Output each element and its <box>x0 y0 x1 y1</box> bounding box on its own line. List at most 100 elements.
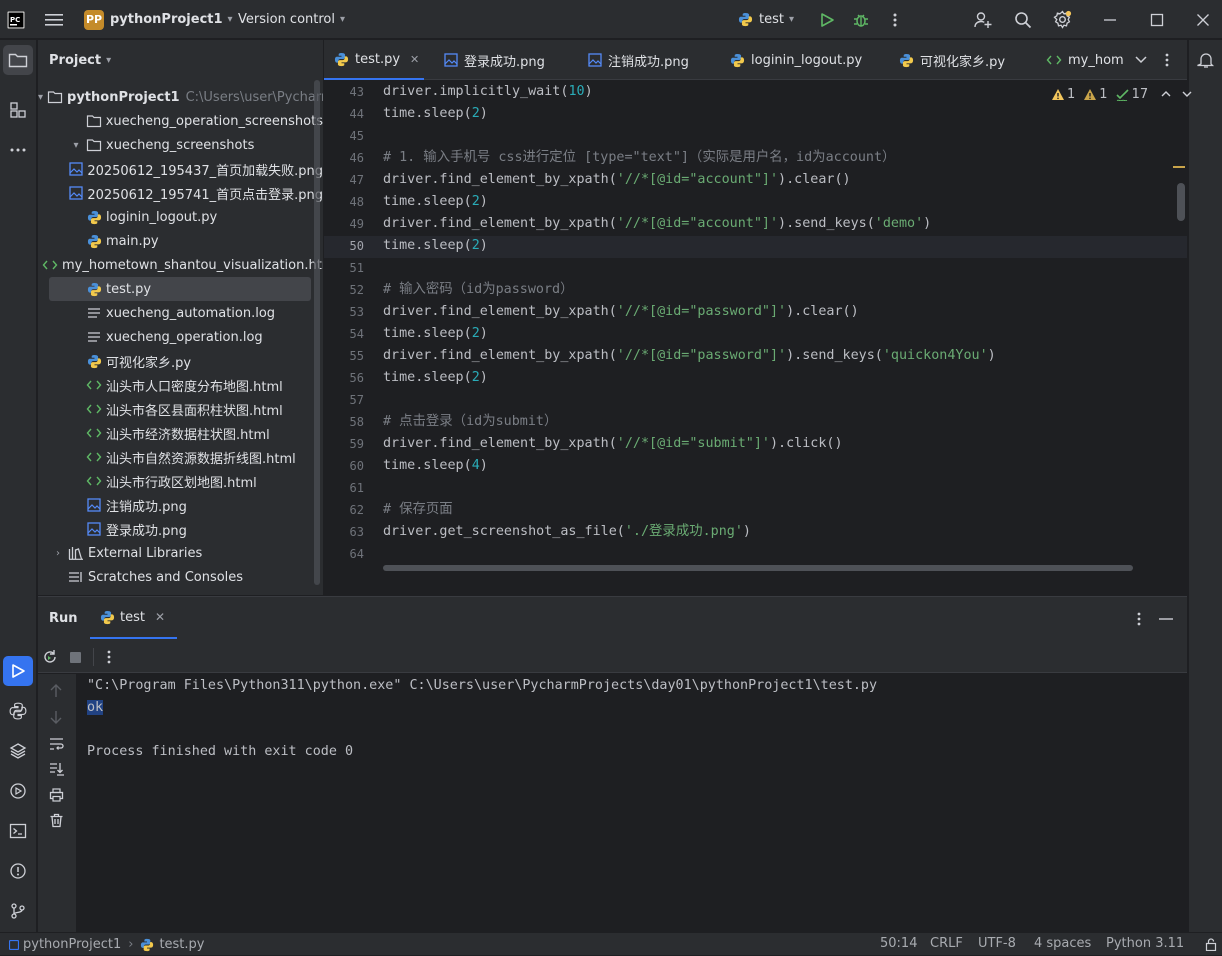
tabs-dropdown-icon[interactable] <box>1134 52 1148 66</box>
chevron-right-icon[interactable]: › <box>52 548 64 559</box>
tree-item[interactable]: 汕头市经济数据柱状图.html <box>38 421 323 445</box>
python-console-button[interactable] <box>3 696 33 726</box>
line-separator[interactable]: CRLF <box>930 933 963 956</box>
code-line[interactable]: time.sleep(4) <box>383 455 488 477</box>
editor-tab[interactable]: 可视化家乡.py <box>889 40 1024 80</box>
tree-item[interactable]: 20250612_195437_首页加载失败.png <box>38 157 323 181</box>
code-area[interactable]: driver.implicitly_wait(10) time.sleep(2) #… <box>383 81 1173 595</box>
vcs-menu[interactable]: Version control ▾ <box>238 0 345 39</box>
tree-item[interactable]: my_hometown_shantou_visualization.html <box>38 253 323 277</box>
lock-icon[interactable] <box>1205 938 1217 951</box>
print-icon[interactable] <box>49 788 64 802</box>
code-line[interactable]: # 输入密码（id为password） <box>383 279 573 301</box>
tree-item[interactable]: 汕头市自然资源数据折线图.html <box>38 445 323 469</box>
debug-button[interactable] <box>853 0 869 39</box>
tree-item[interactable]: 可视化家乡.py <box>38 349 323 373</box>
editor-vertical-scrollbar[interactable] <box>1177 183 1185 221</box>
code-line[interactable]: driver.find_element_by_xpath('//*[@id="p… <box>383 301 859 323</box>
tree-item[interactable]: Scratches and Consoles <box>38 565 323 589</box>
tree-item[interactable]: 汕头市人口密度分布地图.html <box>38 373 323 397</box>
soft-wrap-icon[interactable] <box>49 737 64 751</box>
editor-tab[interactable]: my_hometown_shantou_visualization.html <box>1036 40 1124 80</box>
tree-item[interactable]: › External Libraries <box>38 541 323 565</box>
stop-icon[interactable] <box>70 652 81 663</box>
structure-tool-button[interactable] <box>3 95 33 125</box>
pycharm-logo-icon[interactable]: PC <box>7 0 25 39</box>
code-line[interactable]: driver.find_element_by_xpath('//*[@id="p… <box>383 345 996 367</box>
chevron-down-icon[interactable]: ▾ <box>70 140 82 151</box>
breadcrumb-project[interactable]: pythonProject1 <box>23 934 121 956</box>
services-button[interactable] <box>3 776 33 806</box>
more-actions-icon[interactable] <box>893 0 897 39</box>
code-line[interactable]: driver.implicitly_wait(10) <box>383 81 593 103</box>
search-icon[interactable] <box>1014 0 1032 39</box>
run-config-selector[interactable]: test ▾ <box>738 0 794 39</box>
inspection-widget[interactable]: 1 1 17 <box>1051 86 1193 102</box>
warning-stripe-marker[interactable] <box>1173 166 1185 168</box>
editor-tab[interactable]: 注销成功.png <box>578 40 710 80</box>
code-line[interactable]: time.sleep(2) <box>383 367 488 389</box>
python-interpreter[interactable]: Python 3.11 <box>1106 933 1184 956</box>
code-line[interactable]: # 点击登录（id为submit） <box>383 411 557 433</box>
tree-item[interactable]: loginin_logout.py <box>38 205 323 229</box>
previous-highlight-icon[interactable] <box>1160 88 1172 100</box>
settings-gear-icon[interactable] <box>1053 0 1072 39</box>
tree-item[interactable]: 汕头市行政区划地图.html <box>38 469 323 493</box>
next-highlight-icon[interactable] <box>1181 88 1193 100</box>
tree-item[interactable]: 注销成功.png <box>38 493 323 517</box>
code-line[interactable]: time.sleep(2) <box>383 323 488 345</box>
editor-tab[interactable]: 登录成功.png <box>434 40 564 80</box>
close-tab-icon[interactable]: ✕ <box>410 53 419 66</box>
indent-setting[interactable]: 4 spaces <box>1034 933 1091 956</box>
code-line[interactable]: time.sleep(2) <box>383 235 488 257</box>
breadcrumb-file[interactable]: test.py <box>159 934 204 956</box>
git-button[interactable] <box>3 896 33 926</box>
code-line[interactable]: # 1. 输入手机号 css进行定位 [type="text"]（实际是用户名，… <box>383 147 895 169</box>
tree-item[interactable]: 汕头市各区县面积柱状图.html <box>38 397 323 421</box>
notifications-button[interactable] <box>1191 45 1221 75</box>
caret-position[interactable]: 50:14 <box>880 933 917 956</box>
hide-panel-icon[interactable] <box>1159 618 1173 620</box>
run-button[interactable] <box>819 0 835 39</box>
trash-icon[interactable] <box>49 813 64 828</box>
python-packages-button[interactable] <box>3 736 33 766</box>
rerun-icon[interactable] <box>42 649 58 665</box>
tree-item[interactable]: xuecheng_operation_screenshots <box>38 109 323 133</box>
project-switcher[interactable]: PP pythonProject1 ▾ <box>84 0 233 39</box>
main-menu-icon[interactable] <box>45 0 63 39</box>
minimize-window-icon[interactable] <box>1103 0 1117 39</box>
code-line[interactable]: time.sleep(2) <box>383 191 488 213</box>
code-line[interactable]: time.sleep(2) <box>383 103 488 125</box>
tabs-more-icon[interactable] <box>1165 52 1169 68</box>
tree-item[interactable]: ▾ xuecheng_screenshots <box>38 133 323 157</box>
down-arrow-icon[interactable] <box>49 710 63 724</box>
code-line[interactable]: driver.get_screenshot_as_file('./登录成功.pn… <box>383 521 751 543</box>
code-line[interactable]: driver.find_element_by_xpath('//*[@id="a… <box>383 213 931 235</box>
tree-item[interactable]: 20250612_195741_首页点击登录.png <box>38 181 323 205</box>
tree-item[interactable]: xuecheng_automation.log <box>38 301 323 325</box>
run-tab-test[interactable]: test ✕ <box>90 597 177 639</box>
run-toolbar-more-icon[interactable] <box>107 649 111 665</box>
tree-item[interactable]: main.py <box>38 229 323 253</box>
more-tools-icon[interactable] <box>3 135 33 165</box>
code-line[interactable]: driver.find_element_by_xpath('//*[@id="s… <box>383 433 843 455</box>
tree-item[interactable]: ▾ pythonProject1 C:\Users\user\PycharmProj… <box>38 85 323 109</box>
terminal-button[interactable] <box>3 816 33 846</box>
run-panel-more-icon[interactable] <box>1137 611 1141 627</box>
editor-tab[interactable]: loginin_logout.py <box>720 40 875 80</box>
tree-item[interactable]: 登录成功.png <box>38 517 323 541</box>
scroll-to-end-icon[interactable] <box>49 762 64 776</box>
project-tool-button[interactable] <box>3 45 33 75</box>
code-line[interactable]: driver.find_element_by_xpath('//*[@id="a… <box>383 169 851 191</box>
tree-item[interactable]: xuecheng_operation.log <box>38 325 323 349</box>
close-window-icon[interactable] <box>1196 0 1210 39</box>
editor-tab[interactable]: test.py ✕ <box>324 40 424 80</box>
code-line[interactable]: # 保存页面 <box>383 499 453 521</box>
tree-item[interactable]: test.py <box>49 277 311 301</box>
up-arrow-icon[interactable] <box>49 684 63 698</box>
maximize-window-icon[interactable] <box>1150 0 1164 39</box>
editor-horizontal-scrollbar[interactable] <box>383 565 1133 571</box>
problems-button[interactable] <box>3 856 33 886</box>
close-tab-icon[interactable]: ✕ <box>155 610 165 624</box>
project-panel-header[interactable]: Project ▾ <box>38 40 323 80</box>
